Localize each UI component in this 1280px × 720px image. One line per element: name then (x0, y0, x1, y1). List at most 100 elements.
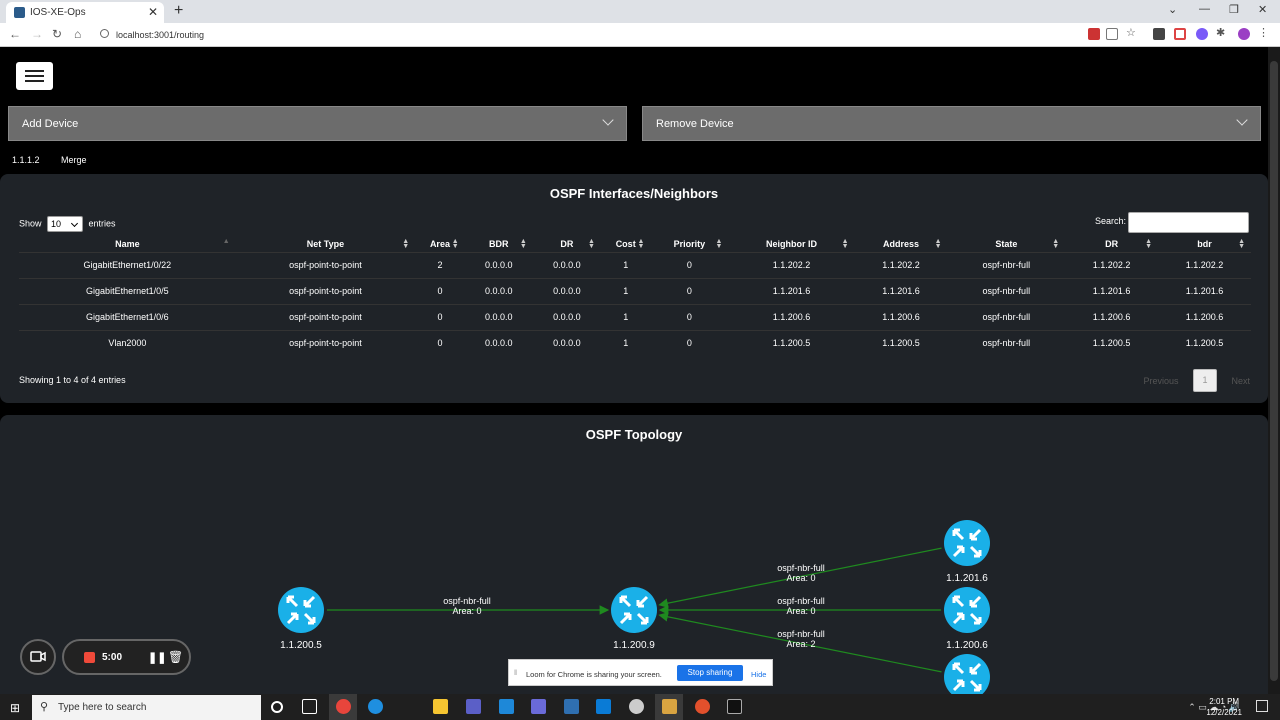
extension-icon[interactable] (1088, 28, 1100, 40)
share-icon[interactable] (1106, 28, 1118, 40)
trash-icon[interactable]: 🗑 (168, 650, 183, 664)
router-node[interactable]: 1.1.200.9 (611, 587, 657, 651)
table-title: OSPF Interfaces/Neighbors (549, 186, 719, 201)
column-header[interactable]: DR ▲ ▼ (533, 236, 601, 252)
edge-icon[interactable] (368, 699, 383, 714)
browser-menu-icon[interactable]: ⋮ (1258, 26, 1270, 39)
recording-controls: 5:00 ❚❚ 🗑 (62, 639, 191, 675)
table-cell: 1.1.200.5 (1065, 329, 1159, 356)
forward-icon[interactable]: → (31, 27, 43, 41)
file-explorer-icon[interactable] (433, 699, 448, 714)
table-cell: 1.1.200.6 (854, 303, 948, 330)
profile-avatar[interactable] (1238, 28, 1250, 40)
sort-icon: ▲ ▼ (1052, 238, 1060, 250)
extension-icon[interactable] (1153, 28, 1165, 40)
home-icon[interactable]: ⌂ (74, 27, 81, 41)
router-node[interactable]: 1.1.200.6 (944, 587, 990, 651)
table-cell: 0 (650, 329, 729, 356)
app-icon[interactable] (629, 699, 644, 714)
notification-icon[interactable] (1256, 700, 1268, 712)
table-cell: 1.1.201.6 (1158, 277, 1251, 304)
site-info-icon[interactable] (100, 29, 109, 38)
scrollbar-thumb[interactable] (1270, 61, 1278, 681)
next-page-button[interactable]: Next (1231, 376, 1250, 386)
terminal-icon[interactable] (727, 699, 742, 714)
minimize-icon[interactable]: — (1199, 3, 1210, 15)
close-tab-icon[interactable]: ✕ (148, 5, 158, 19)
page-length-select[interactable]: 10 (47, 216, 84, 232)
merge-tab[interactable]: Merge (61, 155, 87, 165)
maximize-icon[interactable]: ❐ (1229, 3, 1239, 16)
teams-icon[interactable] (466, 699, 481, 714)
column-header[interactable]: Name ▲ (19, 236, 236, 252)
previous-page-button[interactable]: Previous (1143, 376, 1178, 386)
add-device-dropdown[interactable]: Add Device (8, 106, 627, 141)
column-header[interactable]: Address ▲ ▼ (855, 236, 948, 252)
app-icon[interactable] (695, 699, 710, 714)
browser-tab[interactable]: IOS-XE-Ops ✕ (6, 2, 164, 23)
clock-date: 12/2/2021 (1206, 708, 1242, 717)
table-cell: 1.1.201.6 (728, 277, 855, 304)
cortana-icon[interactable] (271, 701, 283, 713)
stop-recording-button[interactable] (84, 652, 95, 663)
column-header-label: BDR (489, 238, 509, 249)
table-cell: 1.1.202.2 (1065, 251, 1159, 278)
app-icon[interactable] (596, 699, 611, 714)
camera-icon (30, 651, 46, 662)
table-cell: 0 (415, 277, 465, 304)
router-node[interactable]: 1.1.201.6 (944, 520, 990, 584)
extension-icon[interactable] (1196, 28, 1208, 40)
back-icon[interactable]: ← (9, 27, 21, 41)
column-header[interactable]: Neighbor ID ▲ ▼ (728, 236, 854, 252)
reload-icon[interactable]: ↻ (52, 27, 62, 41)
hamburger-menu-button[interactable] (16, 62, 53, 90)
extension-icon[interactable] (1174, 28, 1186, 40)
page-1-button[interactable]: 1 (1192, 369, 1217, 392)
column-header-label: Net Type (306, 238, 345, 249)
taskbar-search-box[interactable]: ⚲ Type here to search (32, 695, 261, 720)
column-header[interactable]: Priority ▲ ▼ (650, 236, 728, 252)
remove-device-dropdown[interactable]: Remove Device (642, 106, 1261, 141)
router-label: 1.1.200.5 (280, 640, 322, 651)
url-input[interactable]: localhost:3001/routing (94, 26, 1084, 44)
taskbar-clock[interactable]: 2:01 PM 12/2/2021 (1206, 696, 1242, 718)
table-cell: 0.0.0.0 (464, 329, 533, 356)
app-icon[interactable] (564, 699, 579, 714)
page-scrollbar[interactable] (1268, 47, 1280, 694)
vscode-icon[interactable] (499, 699, 514, 714)
hide-banner-button[interactable]: Hide (751, 670, 766, 679)
sort-icon: ▲ ▼ (715, 238, 723, 250)
drag-handle-icon[interactable]: ‖ (514, 668, 517, 677)
recording-timer: 5:00 (102, 652, 123, 663)
column-header-label: Priority (673, 238, 706, 249)
column-header[interactable]: bdr ▲ ▼ (1158, 236, 1251, 252)
app-icon[interactable] (531, 699, 546, 714)
new-tab-icon[interactable]: + (174, 2, 183, 20)
column-header-label: Cost (615, 238, 636, 249)
bookmark-star-icon[interactable]: ☆ (1126, 26, 1138, 39)
table-row: GigabitEthernet1/0/6 ospf-point-to-point 0… (19, 303, 1251, 330)
browser-tab-strip: IOS-XE-Ops ✕ + ⌄ — ❐ ✕ (0, 0, 1280, 23)
column-header[interactable]: BDR ▲ ▼ (465, 236, 533, 252)
stop-sharing-button[interactable]: Stop sharing (677, 665, 743, 681)
windows-start-icon[interactable]: ⊞ (10, 701, 20, 715)
column-header[interactable]: Cost ▲ ▼ (601, 236, 650, 252)
extensions-puzzle-icon[interactable]: ✱ (1216, 26, 1228, 39)
pause-icon[interactable]: ❚❚ (148, 651, 166, 664)
task-view-icon[interactable] (302, 699, 317, 714)
edge-area-label: Area: 0 (452, 606, 481, 616)
column-header[interactable]: DR ▲ ▼ (1065, 236, 1158, 252)
router-node[interactable]: 1.1.200.5 (278, 587, 324, 651)
table-cell: GigabitEthernet1/0/5 (19, 277, 236, 304)
column-header[interactable]: Area ▲ ▼ (415, 236, 465, 252)
column-header[interactable]: State ▲ ▼ (948, 236, 1066, 252)
router-node[interactable]: 1.1.202.2 (944, 654, 990, 694)
column-header-label: Name (115, 238, 140, 249)
device-tab-1-1-1-2[interactable]: 1.1.1.2 (12, 155, 40, 165)
table-search-input[interactable] (1128, 212, 1249, 233)
column-header[interactable]: Net Type ▲ ▼ (236, 236, 416, 252)
close-window-icon[interactable]: ✕ (1258, 3, 1267, 16)
camera-toggle-button[interactable] (20, 639, 56, 675)
tab-search-icon[interactable]: ⌄ (1168, 3, 1177, 16)
sort-icon: ▲ ▼ (934, 238, 942, 250)
